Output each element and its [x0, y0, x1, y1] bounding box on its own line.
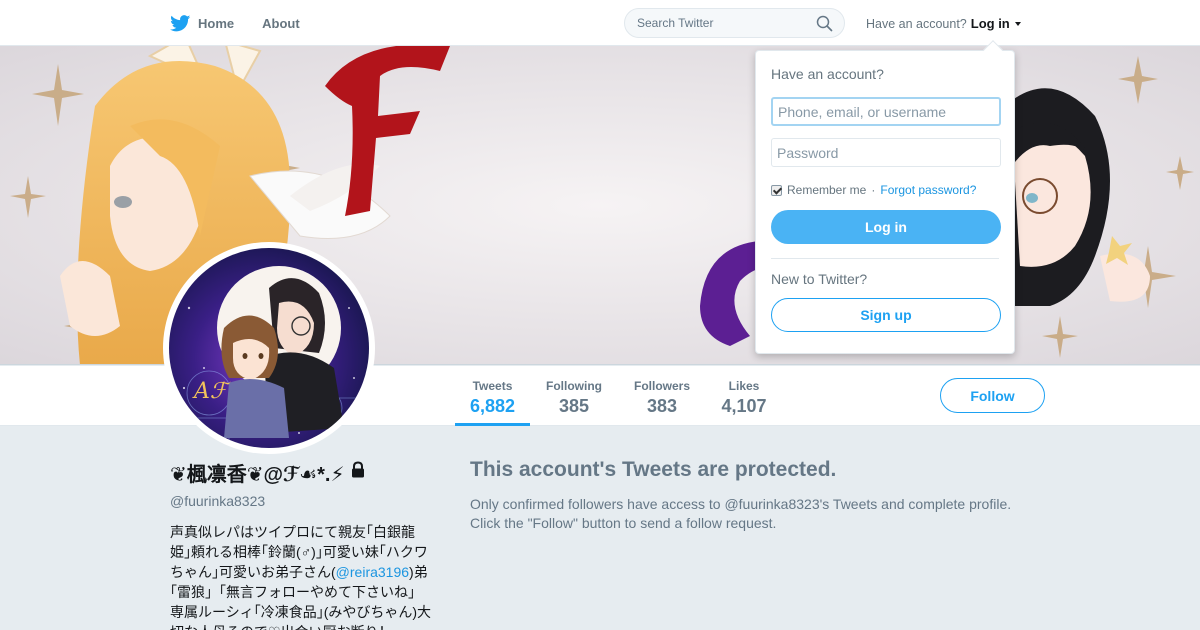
- stat-followers[interactable]: Followers 383: [628, 366, 696, 426]
- login-dropdown: Have an account? Remember me · Forgot pa…: [755, 40, 1015, 354]
- top-navigation-bar: Home About Have an account? Log in: [0, 0, 1200, 46]
- caret-down-icon[interactable]: [1014, 21, 1021, 26]
- stat-tweets-value: 6,882: [469, 396, 516, 416]
- login-button[interactable]: Log in: [771, 210, 1001, 244]
- stat-following-label: Following: [546, 379, 602, 393]
- profile-bio: 声真似レパはツイプロにて親友｢白銀龍姫｣頼れる相棒｢鈴蘭(♂)｣可愛い妹｢ハクワ…: [170, 522, 432, 630]
- stat-tweets[interactable]: Tweets 6,882: [455, 366, 530, 426]
- stat-following[interactable]: Following 385: [540, 366, 608, 426]
- stat-likes[interactable]: Likes 4,107: [716, 366, 772, 426]
- username-field[interactable]: [771, 97, 1001, 126]
- avatar[interactable]: Aℱ: [163, 242, 375, 454]
- stat-followers-label: Followers: [633, 379, 690, 393]
- remember-row: Remember me · Forgot password?: [771, 183, 999, 197]
- bio-mention-link[interactable]: @reira3196: [336, 564, 409, 580]
- stat-followers-value: 383: [646, 396, 678, 416]
- nav-home[interactable]: Home: [170, 14, 235, 32]
- protected-line-2: Click the "Follow" button to send a foll…: [470, 515, 777, 531]
- svg-text:Aℱ: Aℱ: [192, 379, 231, 404]
- account-menu[interactable]: Have an account? Log in: [866, 16, 1021, 31]
- remember-checkbox[interactable]: [771, 184, 782, 196]
- profile-card: ❦楓凛香❦@ℱ☙*.⚡ @fuurinka8323 声真似レパはツイプロにて親友…: [170, 458, 435, 630]
- stat-tweets-label: Tweets: [472, 379, 513, 393]
- nav-links: Home About: [170, 0, 300, 46]
- remember-separator: ·: [871, 183, 876, 197]
- new-to-twitter-label: New to Twitter?: [771, 271, 868, 287]
- protected-description: Only confirmed followers have access to …: [470, 495, 1030, 533]
- profile-name-row: ❦楓凛香❦@ℱ☙*.⚡: [170, 458, 435, 487]
- protected-line-1: Only confirmed followers have access to …: [470, 496, 1012, 512]
- account-prompt: Have an account?: [866, 16, 967, 31]
- lock-icon: [350, 461, 366, 484]
- protected-notice: This account's Tweets are protected. Onl…: [470, 458, 1030, 533]
- stat-following-value: 385: [558, 396, 590, 416]
- stat-likes-value: 4,107: [721, 396, 767, 416]
- password-field[interactable]: [771, 138, 1001, 167]
- nav-about-label: About: [262, 15, 300, 31]
- login-link[interactable]: Log in: [971, 16, 1010, 31]
- protected-title: This account's Tweets are protected.: [470, 458, 837, 481]
- magnifier-icon[interactable]: [816, 15, 833, 37]
- profile-name[interactable]: ❦楓凛香❦@ℱ☙*.⚡: [170, 458, 344, 487]
- profile-handle[interactable]: @fuurinka8323: [170, 493, 435, 509]
- nav-home-label: Home: [198, 15, 235, 31]
- remember-label[interactable]: Remember me: [787, 183, 866, 197]
- twitter-bird-icon: [170, 14, 191, 32]
- nav-about[interactable]: About: [262, 16, 300, 31]
- search-box[interactable]: [624, 8, 845, 38]
- forgot-password-link[interactable]: Forgot password?: [880, 183, 976, 197]
- follow-button[interactable]: Follow: [940, 378, 1045, 413]
- dropdown-divider: [771, 258, 999, 259]
- search-input[interactable]: [637, 16, 807, 30]
- stat-likes-label: Likes: [728, 379, 760, 393]
- signup-button[interactable]: Sign up: [771, 298, 1001, 332]
- dropdown-title: Have an account?: [771, 66, 884, 82]
